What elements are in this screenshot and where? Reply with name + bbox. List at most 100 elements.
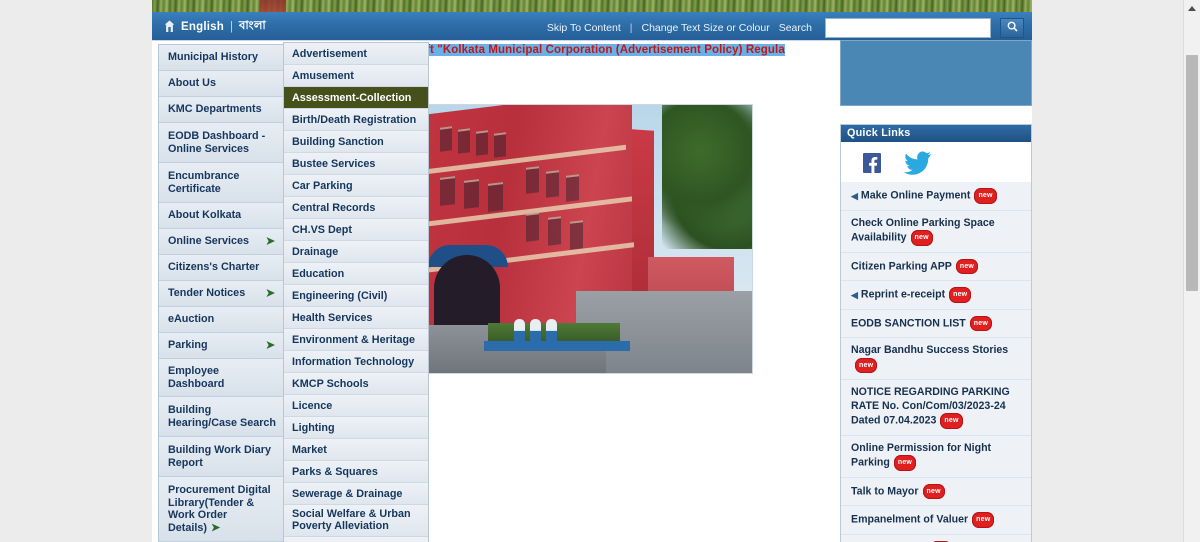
ad-banner[interactable] xyxy=(840,40,1032,106)
flyout-item-birth-death-registration[interactable]: Birth/Death Registration xyxy=(284,109,428,131)
photo-tree xyxy=(662,105,752,249)
sidebar-item-procurement-digital-library-tender-work-order-details[interactable]: Procurement Digital Library(Tender & Wor… xyxy=(159,477,285,542)
sidebar-item-parking[interactable]: Parking ➤ xyxy=(159,333,285,359)
flyout-item-label: Parks & Squares xyxy=(292,465,378,478)
flyout-item-bustee-services[interactable]: Bustee Services xyxy=(284,153,428,175)
language-bengali-link[interactable]: বাংলা xyxy=(239,17,266,36)
flyout-item-label: Licence xyxy=(292,399,333,412)
quick-link-citizen-parking-app[interactable]: Citizen Parking APP new xyxy=(841,252,1031,281)
sidebar-item-label: Citizens's Charter xyxy=(168,261,260,273)
sidebar-item-label: About Us xyxy=(168,77,216,89)
chevron-right-icon: ➤ xyxy=(265,235,275,247)
quick-link-talk-to-mayor[interactable]: Talk to Mayor new xyxy=(841,477,1031,506)
triangle-left-icon: ◀ xyxy=(851,289,858,300)
photo-window xyxy=(464,179,479,209)
skip-to-content-link[interactable]: Skip To Content xyxy=(547,22,621,34)
sidebar-item-citizens-s-charter[interactable]: Citizens's Charter xyxy=(159,255,285,281)
quick-link-label: Citizen Parking APP xyxy=(851,260,952,273)
sidebar-item-label: Encumbrance Certificate xyxy=(168,170,240,195)
flyout-item-parks-squares[interactable]: Parks & Squares xyxy=(284,461,428,483)
search-label: Search xyxy=(778,22,812,34)
flyout-item-label: Lighting xyxy=(292,421,335,434)
quick-link-reprint-e-receipt[interactable]: ◀ Reprint e-receipt new xyxy=(841,281,1031,310)
search-button[interactable] xyxy=(1000,18,1024,38)
sidebar-item-label: EODB Dashboard - Online Services xyxy=(168,130,266,155)
sidebar-item-tender-notices[interactable]: Tender Notices ➤ xyxy=(159,281,285,307)
quick-link-eodb-sanction-list[interactable]: EODB SANCTION LIST new xyxy=(841,309,1031,338)
quick-link-notice-regarding-parking-rate-no-con-com[interactable]: NOTICE REGARDING PARKING RATE No. Con/Co… xyxy=(841,380,1031,436)
page-root: English | বাংলা Skip To Content | Change… xyxy=(0,0,1200,542)
photo-window xyxy=(476,130,488,156)
chevron-right-icon: ➤ xyxy=(265,287,275,299)
triangle-left-icon: ◀ xyxy=(851,190,858,201)
flyout-item-advertisement[interactable]: Advertisement xyxy=(284,43,428,65)
sidebar-item-building-work-diary-report[interactable]: Building Work Diary Report xyxy=(159,437,285,477)
quick-link-online-permission-for-night-parking[interactable]: Online Permission for Night Parking new xyxy=(841,435,1031,478)
flyout-item-label: Market xyxy=(292,443,327,456)
change-text-size-colour-link[interactable]: Change Text Size or Colour xyxy=(642,22,770,34)
language-english-link[interactable]: English xyxy=(181,21,224,33)
sidebar-item-employee-dashboard[interactable]: Employee Dashboard xyxy=(159,359,285,397)
language-separator: | xyxy=(229,20,233,33)
search-icon xyxy=(1007,21,1018,35)
facebook-icon[interactable] xyxy=(857,150,887,176)
scroll-up-arrow-icon[interactable] xyxy=(1184,0,1200,16)
sidebar-item-online-services[interactable]: Online Services ➤ xyxy=(159,229,285,255)
browser-scrollbar[interactable] xyxy=(1183,0,1200,542)
flyout-item-label: KMCP Schools xyxy=(292,377,369,390)
twitter-icon[interactable] xyxy=(903,150,933,176)
flyout-item-central-records[interactable]: Central Records xyxy=(284,197,428,219)
flyout-item-information-technology[interactable]: Information Technology xyxy=(284,351,428,373)
flyout-item-environment-heritage[interactable]: Environment & Heritage xyxy=(284,329,428,351)
flyout-item-lighting[interactable]: Lighting xyxy=(284,417,428,439)
flyout-item-engineering-civil[interactable]: Engineering (Civil) xyxy=(284,285,428,307)
photo-window xyxy=(548,216,561,246)
social-links xyxy=(841,142,1031,182)
flyout-item-market[interactable]: Market xyxy=(284,439,428,461)
sidebar-item-building-hearing-case-search[interactable]: Building Hearing/Case Search xyxy=(159,397,285,437)
flyout-item-health-services[interactable]: Health Services xyxy=(284,307,428,329)
quick-link-kmcp-schools[interactable]: KMCP Schoolsnew xyxy=(841,534,1031,542)
flyout-item-solid-waste-management[interactable]: Solid Waste Management xyxy=(284,537,428,542)
sidebar-item-label: Municipal History xyxy=(168,51,258,63)
quick-link-label: NOTICE REGARDING PARKING RATE No. Con/Co… xyxy=(851,386,1010,427)
flyout-item-sewerage-drainage[interactable]: Sewerage & Drainage xyxy=(284,483,428,505)
new-badge: new xyxy=(922,483,945,499)
flyout-item-label: Advertisement xyxy=(292,47,368,60)
photo-bollard xyxy=(546,319,557,345)
quick-link-empanelment-of-valuer[interactable]: Empanelment of Valuer new xyxy=(841,506,1031,535)
quick-link-check-online-parking-space-availability[interactable]: Check Online Parking Space Availability n… xyxy=(841,210,1031,253)
flyout-item-social-welfare-urban-poverty-alleviation[interactable]: Social Welfare & Urban Poverty Alleviati… xyxy=(284,505,428,537)
kmc-building-photo xyxy=(425,104,753,374)
home-icon[interactable] xyxy=(164,20,175,33)
sidebar-item-about-kolkata[interactable]: About Kolkata xyxy=(159,203,285,229)
sidebar-item-municipal-history[interactable]: Municipal History xyxy=(159,45,285,71)
quick-link-nagar-bandhu-success-stories[interactable]: Nagar Bandhu Success Storiesnew xyxy=(841,338,1031,380)
flyout-item-education[interactable]: Education xyxy=(284,263,428,285)
scrollbar-thumb[interactable] xyxy=(1186,55,1198,291)
sidebar-item-eauction[interactable]: eAuction xyxy=(159,307,285,333)
chevron-right-icon: ➤ xyxy=(211,521,221,534)
sidebar-item-about-us[interactable]: About Us xyxy=(159,71,285,97)
quick-link-label: Talk to Mayor xyxy=(851,485,919,498)
new-badge: new xyxy=(972,512,995,528)
sidebar-item-eodb-dashboard-online-services[interactable]: EODB Dashboard - Online Services xyxy=(159,123,285,163)
flyout-item-kmcp-schools[interactable]: KMCP Schools xyxy=(284,373,428,395)
new-badge: new xyxy=(910,230,933,246)
flyout-item-amusement[interactable]: Amusement xyxy=(284,65,428,87)
flyout-item-licence[interactable]: Licence xyxy=(284,395,428,417)
sidebar-item-label: About Kolkata xyxy=(168,209,242,221)
departments-flyout-menu: Advertisement Amusement Assessment-Collect… xyxy=(283,42,429,542)
search-input[interactable] xyxy=(825,18,991,38)
photo-window xyxy=(458,128,470,154)
quick-link-make-online-payment[interactable]: ◀ Make Online Payment new xyxy=(841,182,1031,211)
flyout-item-building-sanction[interactable]: Building Sanction xyxy=(284,131,428,153)
flyout-item-ch-vs-dept[interactable]: CH.VS Dept xyxy=(284,219,428,241)
sidebar-item-kmc-departments[interactable]: KMC Departments xyxy=(159,97,285,123)
photo-window xyxy=(494,132,506,158)
sidebar-item-encumbrance-certificate[interactable]: Encumbrance Certificate xyxy=(159,163,285,203)
flyout-item-assessment-collection[interactable]: Assessment-Collection xyxy=(284,87,428,109)
flyout-item-label: Bustee Services xyxy=(292,157,376,170)
flyout-item-drainage[interactable]: Drainage xyxy=(284,241,428,263)
flyout-item-car-parking[interactable]: Car Parking xyxy=(284,175,428,197)
